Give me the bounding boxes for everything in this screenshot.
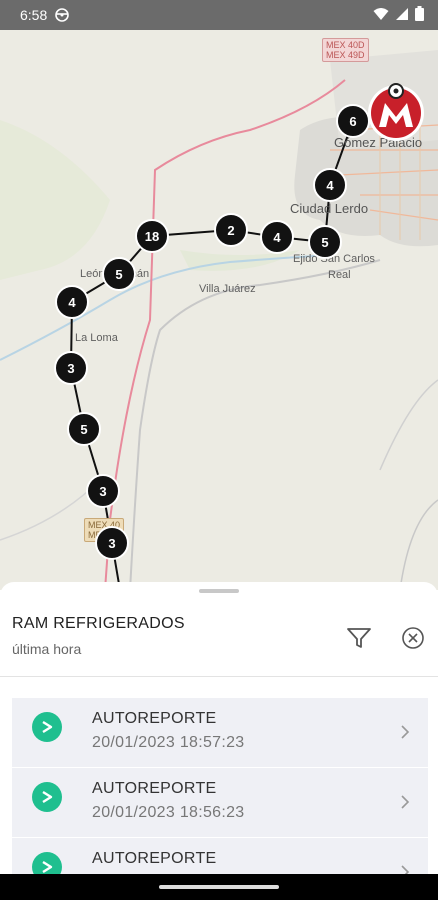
battery-icon	[415, 6, 424, 24]
vehicle-location-marker[interactable]	[366, 83, 426, 143]
report-arrow-icon	[32, 782, 62, 812]
steering-wheel-icon	[55, 8, 70, 22]
map-cluster[interactable]: 2	[214, 213, 248, 247]
list-item[interactable]: AUTOREPORTE 20/01/2023 18:56:23	[12, 768, 428, 838]
shield-line: MEX 49D	[326, 50, 365, 60]
sheet-header: RAM REFRIGERADOS última hora	[0, 608, 438, 676]
close-button[interactable]	[399, 624, 427, 652]
time-filter-label: última hora	[12, 641, 82, 657]
map-cluster[interactable]: 18	[135, 219, 169, 253]
divider	[0, 676, 438, 677]
status-bar: 6:58	[0, 0, 438, 30]
map-cluster[interactable]: 4	[313, 168, 347, 202]
label-villa-juarez: Villa Juárez	[199, 283, 256, 295]
bottom-sheet: RAM REFRIGERADOS última hora AUTOREPORTE…	[0, 582, 438, 874]
report-arrow-icon	[32, 852, 62, 874]
map-cluster[interactable]: 4	[260, 220, 294, 254]
chevron-right-icon	[401, 795, 410, 809]
label-ciudad-lerdo: Ciudad Lerdo	[290, 201, 369, 216]
system-nav-bar	[0, 874, 438, 900]
label-real: Real	[328, 269, 351, 281]
drag-handle[interactable]	[199, 589, 239, 593]
map-cluster[interactable]: 4	[55, 285, 89, 319]
map-cluster[interactable]: 6	[336, 104, 370, 138]
map-view[interactable]: Gómez Palacio Ciudad Lerdo Ejido San Car…	[0, 30, 438, 590]
signal-icon	[395, 7, 409, 24]
item-title: AUTOREPORTE	[92, 780, 217, 797]
map-cluster[interactable]: 5	[308, 225, 342, 259]
item-timestamp: 20/01/2023 18:56:23	[92, 804, 245, 821]
highway-shield-top: MEX 40D MEX 49D	[322, 38, 369, 62]
list-item[interactable]: AUTOREPORTE	[12, 838, 428, 874]
report-arrow-icon	[32, 712, 62, 742]
map-cluster[interactable]: 5	[67, 412, 101, 446]
item-title: AUTOREPORTE	[92, 850, 217, 867]
chevron-right-icon	[401, 865, 410, 874]
event-list: AUTOREPORTE 20/01/2023 18:57:23 AUTOREPO…	[12, 698, 428, 874]
label-la-loma: La Loma	[75, 332, 118, 344]
list-item[interactable]: AUTOREPORTE 20/01/2023 18:57:23	[12, 698, 428, 768]
item-title: AUTOREPORTE	[92, 710, 217, 727]
item-timestamp: 20/01/2023 18:57:23	[92, 734, 245, 751]
status-time: 6:58	[20, 7, 48, 23]
map-cluster[interactable]: 3	[54, 351, 88, 385]
home-gesture-pill[interactable]	[159, 885, 279, 889]
map-cluster[interactable]: 3	[86, 474, 120, 508]
wifi-icon	[373, 7, 389, 24]
vehicle-title: RAM REFRIGERADOS	[12, 615, 185, 632]
shield-line: MEX 40D	[326, 40, 365, 50]
filter-icon	[347, 628, 371, 648]
map-cluster[interactable]: 3	[95, 526, 129, 560]
close-circle-icon	[402, 627, 424, 649]
map-cluster[interactable]: 5	[102, 257, 136, 291]
chevron-right-icon	[401, 725, 410, 739]
filter-button[interactable]	[345, 624, 373, 652]
